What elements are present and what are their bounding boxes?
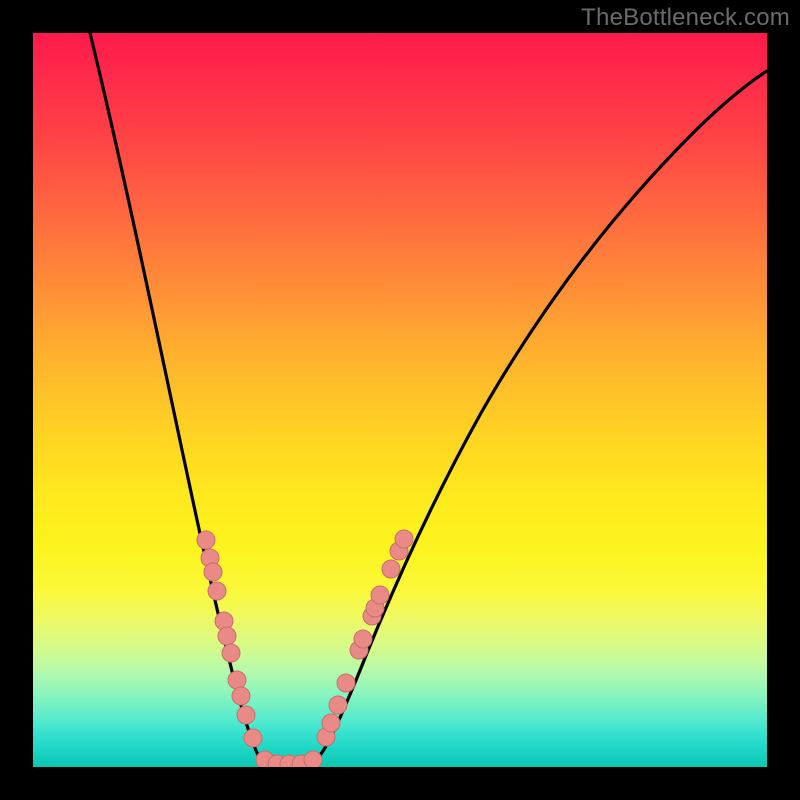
data-dot <box>382 560 400 578</box>
data-dot <box>232 687 250 705</box>
data-dot <box>204 563 222 581</box>
curve-right-arm <box>303 71 767 767</box>
data-dot <box>304 751 322 767</box>
data-dot <box>197 531 215 549</box>
data-dot <box>337 674 355 692</box>
data-dot <box>354 630 372 648</box>
data-dot <box>218 627 236 645</box>
data-dot <box>371 586 389 604</box>
data-dot <box>237 706 255 724</box>
dots-group <box>197 530 413 767</box>
watermark-text: TheBottleneck.com <box>581 4 790 32</box>
data-dot <box>322 714 340 732</box>
data-dot <box>395 530 413 548</box>
curve-left-arm <box>90 33 274 767</box>
data-dot <box>244 729 262 747</box>
data-dot <box>228 671 246 689</box>
bottleneck-curve <box>33 33 767 767</box>
data-dot <box>329 696 347 714</box>
chart-frame: TheBottleneck.com <box>0 0 800 800</box>
data-dot <box>208 582 226 600</box>
plot-area <box>33 33 767 767</box>
data-dot <box>222 644 240 662</box>
